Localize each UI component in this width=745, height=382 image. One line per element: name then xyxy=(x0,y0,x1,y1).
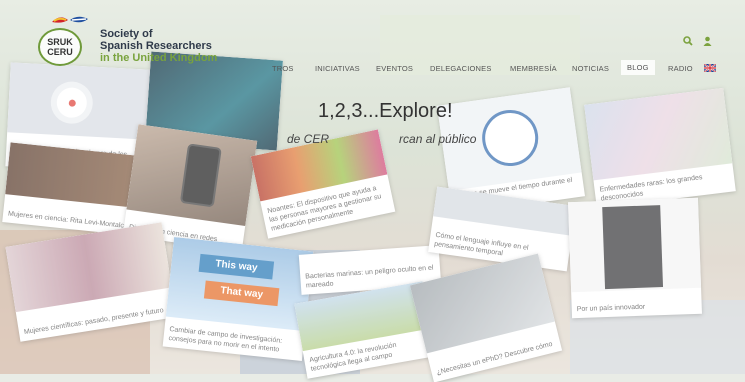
card-image: This way That way xyxy=(165,236,314,332)
page-title: 1,2,3...Explore! xyxy=(318,100,453,122)
sign-label: That way xyxy=(219,285,264,301)
nav-item[interactable]: EVENTOS xyxy=(376,64,413,73)
card-image xyxy=(584,87,733,181)
nav-item[interactable]: TROS xyxy=(272,64,294,73)
sign-label: This way xyxy=(214,258,259,274)
card-image xyxy=(568,197,702,293)
nav-item[interactable]: DELEGACIONES xyxy=(430,64,492,73)
nav-item[interactable]: INICIATIVAS xyxy=(315,64,360,73)
uk-flag-icon[interactable] xyxy=(703,63,717,74)
clock-image xyxy=(478,106,542,170)
logo-subtitle: in the United Kingdom xyxy=(100,52,218,64)
logo-title: Spanish Researchers xyxy=(100,40,212,52)
nav-item-active[interactable]: BLOG xyxy=(621,60,655,75)
nav-item[interactable]: NOTICIAS xyxy=(572,64,609,73)
page-subtitle-part: de CER xyxy=(287,132,330,146)
flags-icon xyxy=(50,14,90,28)
phone-image xyxy=(179,143,222,208)
user-icon[interactable] xyxy=(703,33,712,51)
blog-card[interactable]: Por un país innovador xyxy=(568,197,702,319)
page-subtitle: de CER rcan al público xyxy=(287,132,476,146)
book-cover xyxy=(602,205,664,290)
logo-badge-line: SRUK xyxy=(47,37,73,47)
card-image xyxy=(7,62,151,140)
search-icon[interactable] xyxy=(683,33,693,51)
logo-badge-line: CERU xyxy=(47,47,73,57)
sruk-logo[interactable]: SRUK CERU Society of Spanish Researchers… xyxy=(38,14,238,68)
blog-card[interactable]: This way That way Cambiar de campo de in… xyxy=(162,236,314,362)
logo-title: Society of xyxy=(100,28,153,40)
nav-item[interactable]: RADIO xyxy=(668,64,693,73)
signpost-that-way: That way xyxy=(203,280,280,307)
signpost-this-way: This way xyxy=(198,253,275,280)
nav-item[interactable]: MEMBRESÍA xyxy=(510,64,557,73)
blog-card[interactable]: Enfermedades raras: los grandes desconoc… xyxy=(584,87,736,209)
page-subtitle-part: rcan al público xyxy=(399,132,477,146)
logo-badge: SRUK CERU xyxy=(38,28,82,66)
card-image xyxy=(126,124,258,227)
card-caption: Por un país innovador xyxy=(576,303,646,314)
